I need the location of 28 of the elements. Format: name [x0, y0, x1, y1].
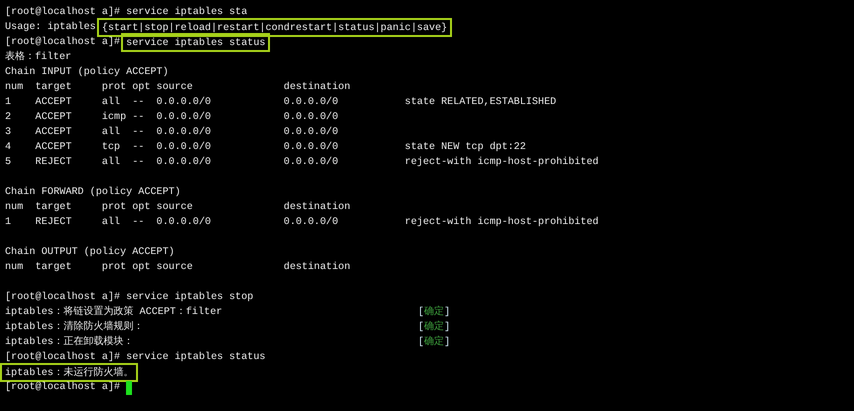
terminal-text: [root@localhost a]#: [5, 380, 122, 395]
status-label: [确定]: [418, 335, 450, 350]
terminal-text: [root@localhost a]# service iptables sta: [5, 6, 248, 20]
terminal-text: num target prot opt source destination: [5, 80, 350, 95]
terminal-text: 3 ACCEPT all -- 0.0.0.0/0 0.0.0.0/0: [5, 126, 338, 140]
terminal-text: num target prot opt source destination: [5, 200, 350, 215]
terminal-text: 5 REJECT all -- 0.0.0.0/0 0.0.0.0/0 reject-with icmp-host-prohibited: [5, 156, 599, 170]
terminal-text: 表格：filter: [5, 50, 72, 65]
highlighted-text: service iptables status: [123, 35, 268, 50]
terminal-text: [root@localhost a]#: [5, 36, 122, 50]
terminal-text: num target prot opt source destination: [5, 260, 350, 275]
terminal-text: [root@localhost a]# service iptables stop: [5, 290, 254, 305]
terminal-text: Chain FORWARD (policy ACCEPT): [5, 186, 181, 200]
status-label: [确定]: [418, 320, 450, 335]
terminal-text: Chain INPUT (policy ACCEPT): [5, 66, 169, 80]
terminal-text: iptables：将链设置为政策 ACCEPT：filter: [5, 305, 222, 320]
terminal-text: 4 ACCEPT tcp -- 0.0.0.0/0 0.0.0.0/0 state NEW tcp dpt:22: [5, 140, 526, 155]
terminal-text: iptables：正在卸载模块：: [5, 335, 134, 350]
highlighted-text: iptables：未运行防火墙。: [2, 365, 136, 380]
terminal-text: 2 ACCEPT icmp -- 0.0.0.0/0 0.0.0.0/0: [5, 110, 338, 125]
terminal-text: 1 ACCEPT all -- 0.0.0.0/0 0.0.0.0/0 state RELATED,ESTABLISHED: [5, 96, 556, 110]
status-label: [确定]: [418, 305, 450, 320]
terminal-text: iptables：清除防火墙规则：: [5, 320, 144, 335]
terminal-text: Chain OUTPUT (policy ACCEPT): [5, 246, 175, 260]
terminal-text: [root@localhost a]# service iptables status: [5, 350, 266, 365]
highlighted-text: {start|stop|reload|restart|condrestart|status|panic|save}: [98, 20, 450, 35]
terminal-text: 1 REJECT all -- 0.0.0.0/0 0.0.0.0/0 reject-with icmp-host-prohibited: [5, 216, 599, 230]
terminal-text: Usage: iptables: [5, 20, 97, 35]
